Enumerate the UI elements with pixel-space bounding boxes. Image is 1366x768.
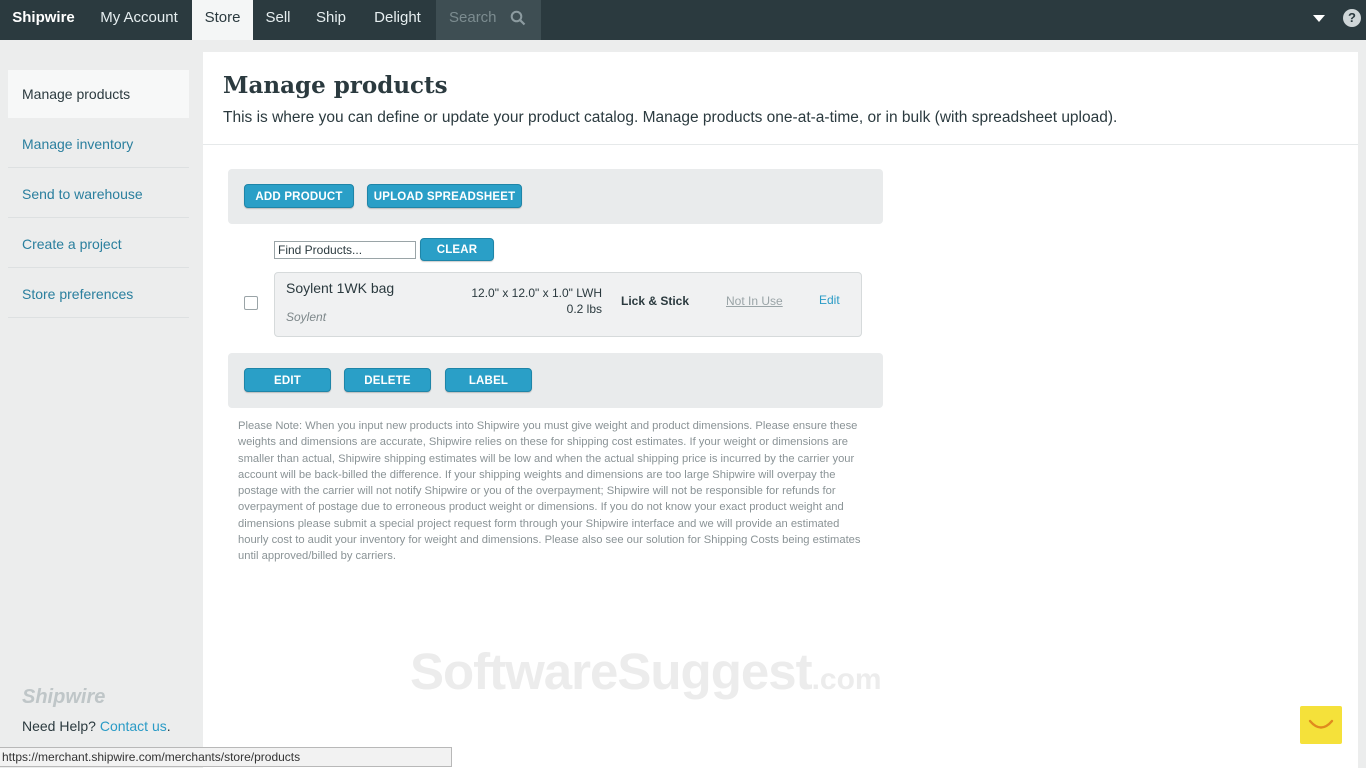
watermark: SoftwareSuggest.com (410, 642, 882, 701)
brand-logo[interactable]: Shipwire (0, 0, 87, 40)
nav-my-account[interactable]: My Account (87, 0, 191, 40)
help-icon[interactable]: ? (1343, 9, 1361, 27)
delete-button[interactable]: DELETE (344, 368, 431, 392)
weight-dimensions-note: Please Note: When you input new products… (238, 420, 861, 563)
sidebar-item-store-preferences[interactable]: Store preferences (8, 270, 189, 318)
page-subtitle: This is where you can define or update y… (223, 109, 1118, 126)
sidebar-item-send-to-warehouse[interactable]: Send to warehouse (8, 170, 189, 218)
product-dimensions-text: 12.0" x 12.0" x 1.0" LWH (471, 286, 602, 300)
nav-ship[interactable]: Ship (303, 0, 359, 40)
need-help-text: Need Help? (22, 718, 96, 734)
search-box[interactable]: Search (436, 0, 541, 40)
nav-sell[interactable]: Sell (253, 0, 303, 40)
find-products-input[interactable] (274, 241, 416, 259)
contact-us-link[interactable]: Contact us (100, 718, 167, 734)
product-dimensions: 12.0" x 12.0" x 1.0" LWH 0.2 lbs (435, 285, 602, 317)
watermark-main: SoftwareSuggest (410, 643, 813, 700)
page-header: Manage products This is where you can de… (203, 52, 1358, 145)
watermark-suffix: .com (811, 663, 882, 696)
add-product-button[interactable]: ADD PRODUCT (244, 184, 354, 208)
search-placeholder: Search (449, 9, 497, 26)
sidebar-logo: Shipwire (22, 686, 106, 708)
search-icon[interactable] (510, 10, 526, 26)
nav-store[interactable]: Store (192, 0, 253, 40)
need-help: Need Help? Contact us. (22, 718, 171, 734)
upload-spreadsheet-button[interactable]: UPLOAD SPREADSHEET (367, 184, 522, 208)
product-checkbox[interactable] (244, 296, 258, 310)
need-help-suffix: . (166, 718, 171, 734)
product-packaging: Lick & Stick (621, 294, 690, 308)
bottom-action-panel: EDIT DELETE LABEL (228, 353, 883, 408)
sidebar-item-manage-inventory[interactable]: Manage inventory (8, 120, 189, 168)
sidebar: Manage products Manage inventory Send to… (0, 40, 196, 768)
smile-icon (1308, 719, 1334, 729)
chat-widget-button[interactable] (1300, 706, 1342, 744)
browser-status-bar: https://merchant.shipwire.com/merchants/… (0, 747, 452, 767)
edit-button[interactable]: EDIT (244, 368, 331, 392)
product-edit-link[interactable]: Edit (819, 293, 840, 307)
product-name: Soylent 1WK bag (286, 280, 395, 296)
top-action-panel: ADD PRODUCT UPLOAD SPREADSHEET (228, 169, 883, 224)
product-status-link[interactable]: Not In Use (726, 294, 783, 308)
clear-button[interactable]: CLEAR (420, 238, 494, 261)
sidebar-item-create-project[interactable]: Create a project (8, 220, 189, 268)
product-weight: 0.2 lbs (566, 302, 602, 316)
label-button[interactable]: LABEL (445, 368, 532, 392)
nav-delight[interactable]: Delight (359, 0, 436, 40)
page-title: Manage products (223, 72, 448, 99)
top-nav: Shipwire My Account Store Sell Ship Deli… (0, 0, 1366, 40)
sidebar-item-manage-products[interactable]: Manage products (8, 70, 189, 118)
product-brand: Soylent (286, 310, 327, 324)
product-row: Soylent 1WK bag Soylent 12.0" x 12.0" x … (274, 272, 862, 337)
dropdown-caret-icon[interactable] (1313, 15, 1325, 22)
